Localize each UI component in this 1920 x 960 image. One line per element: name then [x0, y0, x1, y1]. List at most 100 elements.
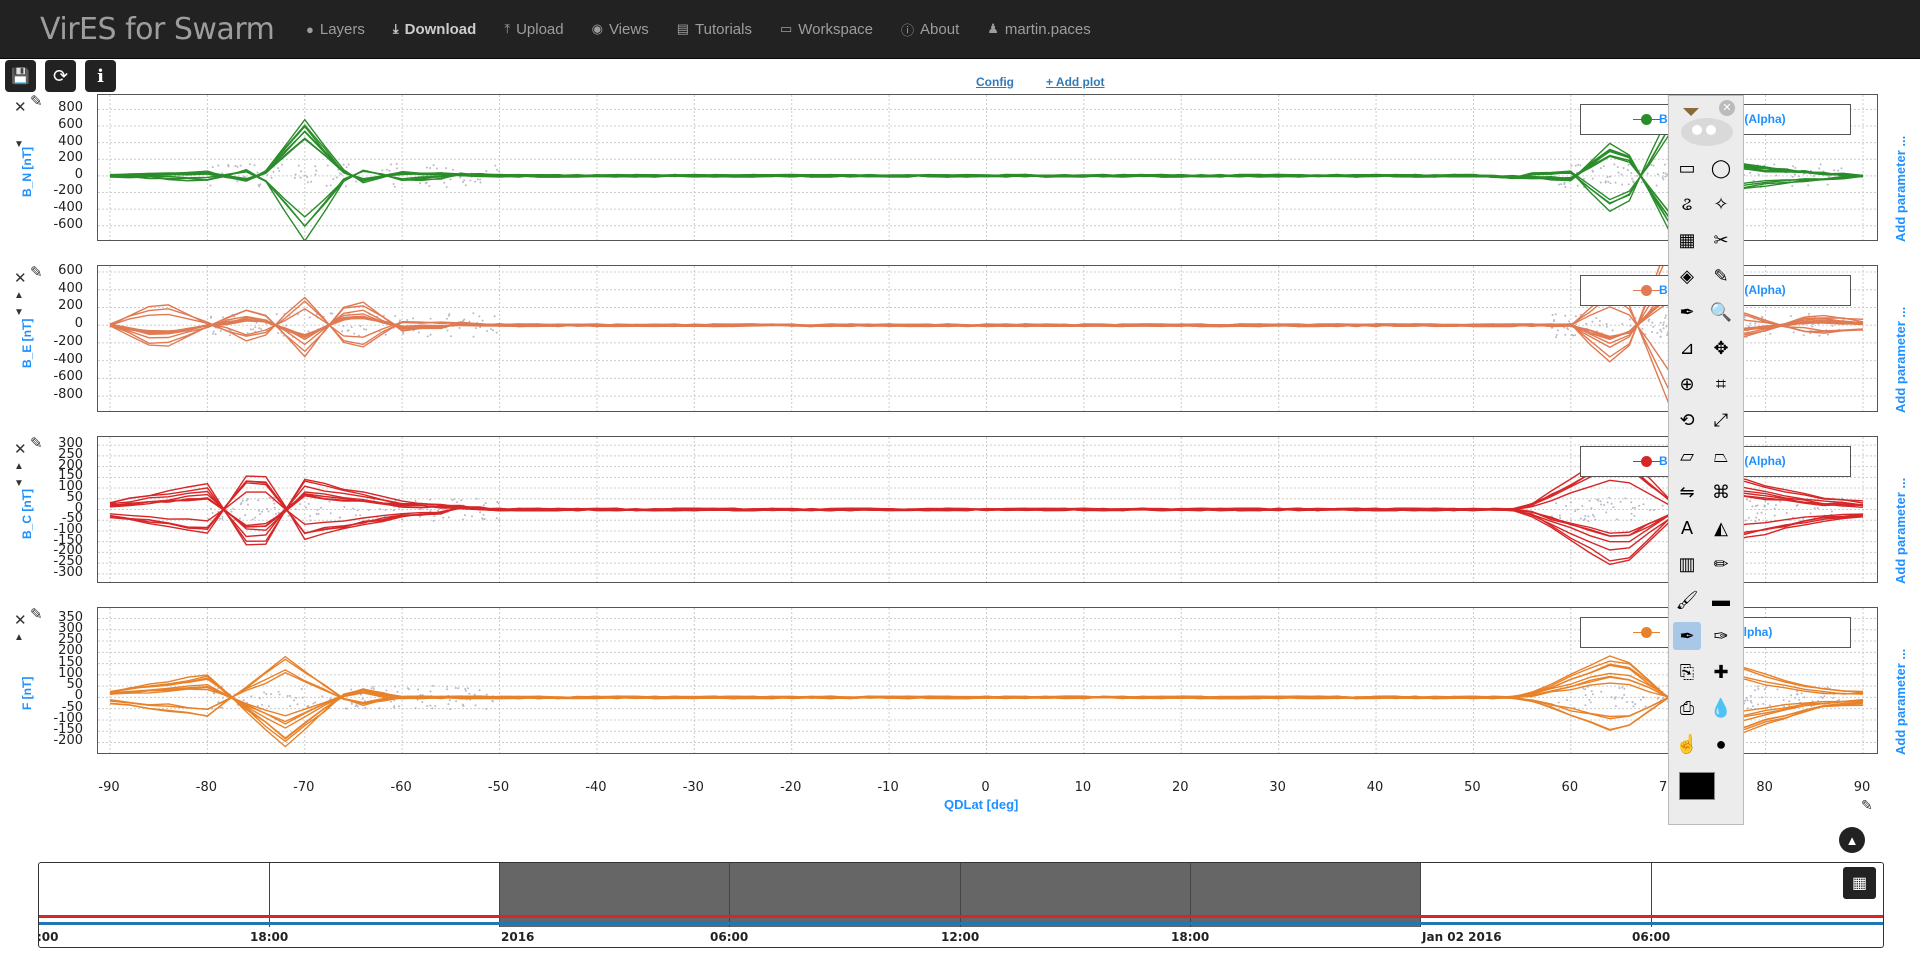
gradient-icon[interactable]: ▥ [1673, 550, 1701, 578]
info-button[interactable]: i [85, 60, 116, 92]
clone-icon[interactable]: ⎘ [1673, 658, 1701, 686]
paintbrush-icon[interactable]: 🖌 [1673, 586, 1701, 614]
dodge-icon[interactable]: ● [1707, 730, 1735, 758]
nav-layers[interactable]: ● Layers [292, 0, 379, 58]
nav-about[interactable]: ⓘ About [887, 0, 973, 58]
residual-point [1591, 320, 1594, 323]
calendar-button[interactable]: ▦ [1843, 867, 1876, 899]
nav-upload[interactable]: ⤒ Upload [490, 0, 577, 58]
align-icon[interactable]: ⊕ [1673, 370, 1701, 398]
remove-plot-icon[interactable]: ✕ [14, 613, 27, 628]
crop-icon[interactable]: ⌗ [1707, 370, 1735, 398]
edit-plot-icon[interactable]: ✎ [30, 265, 43, 280]
upload-icon: ⤒ [504, 21, 511, 36]
shear-icon[interactable]: ▱ [1673, 442, 1701, 470]
y-axis-label: B_C [nT] [20, 488, 34, 539]
scissors-icon[interactable]: ✂ [1707, 226, 1735, 254]
smudge-icon[interactable]: ☝ [1673, 730, 1701, 758]
residual-point [462, 704, 465, 707]
add-parameter-link[interactable]: Add parameter ... [1893, 306, 1908, 412]
nav-tutorials[interactable]: ▤ Tutorials [663, 0, 766, 58]
gimp-close-icon[interactable]: ✕ [1719, 100, 1735, 116]
move-down-icon[interactable]: ▼ [14, 306, 24, 319]
config-link[interactable]: Config [976, 75, 1014, 89]
flip-icon[interactable]: ⇋ [1673, 478, 1701, 506]
refresh-button[interactable]: ⟳ [45, 60, 76, 92]
nav-workspace[interactable]: ▭ Workspace [766, 0, 887, 58]
foreground-select-icon[interactable]: ◈ [1673, 262, 1701, 290]
residual-point [474, 327, 477, 330]
nav-views[interactable]: ◉ Views [578, 0, 663, 58]
add-parameter-link[interactable]: Add parameter ... [1893, 135, 1908, 241]
move-down-icon[interactable]: ▼ [14, 477, 24, 490]
plot-frame[interactable]: B_ el (Alpha) [97, 265, 1878, 412]
plot-frame[interactable]: B_ el (Alpha) [97, 94, 1878, 241]
add-plot-link[interactable]: + Add plot [1046, 75, 1105, 89]
scroll-top-button[interactable]: ▲ [1839, 827, 1865, 853]
residual-point [1604, 180, 1607, 183]
residual-point [1623, 687, 1626, 690]
plot-frame[interactable]: B_ el (Alpha) [97, 436, 1878, 583]
paths-icon[interactable]: ✎ [1707, 262, 1735, 290]
perspective-icon[interactable]: ⏢ [1707, 442, 1735, 470]
residual-point [1662, 323, 1665, 326]
zoom-icon[interactable]: 🔍 [1707, 298, 1735, 326]
add-parameter-link[interactable]: Add parameter ... [1893, 477, 1908, 583]
bucket-fill-icon[interactable]: ◭ [1707, 514, 1735, 542]
edit-plot-icon[interactable]: ✎ [30, 94, 43, 109]
residual-point [1794, 166, 1797, 169]
text-icon[interactable]: A [1673, 514, 1701, 542]
move-up-icon[interactable]: ▲ [14, 631, 24, 644]
residual-point [310, 180, 313, 183]
residual-point [284, 324, 287, 327]
residual-point [300, 170, 303, 173]
remove-plot-icon[interactable]: ✕ [14, 442, 27, 457]
y-tick-label: 0 [74, 166, 83, 182]
brand-title[interactable]: VirES for Swarm [40, 12, 275, 47]
edit-xaxis-icon[interactable]: ✎ [1861, 798, 1873, 812]
move-up-icon[interactable]: ▲ [14, 460, 24, 473]
ink-icon[interactable]: ✑ [1707, 622, 1735, 650]
color-select-icon[interactable]: ▦ [1673, 226, 1701, 254]
residual-point [397, 705, 400, 708]
rect-select-icon[interactable]: ▭ [1673, 154, 1701, 182]
scale-icon[interactable]: ⤢ [1707, 406, 1735, 434]
perspective-clone-icon[interactable]: ⎙ [1673, 694, 1701, 722]
move-icon[interactable]: ✥ [1707, 334, 1735, 362]
residual-point [481, 517, 484, 520]
measure-icon[interactable]: ⊿ [1673, 334, 1701, 362]
residual-point [475, 497, 478, 500]
heal-icon[interactable]: ✚ [1707, 658, 1735, 686]
residual-point [1591, 169, 1594, 172]
cage-icon[interactable]: ⌘ [1707, 478, 1735, 506]
residual-point [331, 312, 334, 315]
residual-point [1652, 164, 1655, 167]
edit-plot-icon[interactable]: ✎ [30, 436, 43, 451]
timeline[interactable]: :00 18:00 2016 06:00 12:00 18:00 Jan 02 2016 06… [37, 862, 1884, 948]
airbrush-icon[interactable]: ✒ [1673, 622, 1701, 650]
residual-point [1627, 183, 1630, 186]
residual-point [1754, 505, 1757, 508]
residual-point [270, 693, 273, 696]
edit-plot-icon[interactable]: ✎ [30, 607, 43, 622]
move-up-icon[interactable]: ▲ [14, 289, 24, 302]
residual-point [426, 705, 429, 708]
color-picker-icon[interactable]: ✒ [1673, 298, 1701, 326]
move-down-icon[interactable]: ▼ [14, 138, 24, 151]
nav-user[interactable]: ♟ martin.paces [973, 0, 1105, 58]
residual-point [1656, 173, 1659, 176]
blur-icon[interactable]: 💧 [1707, 694, 1735, 722]
foreground-color-swatch[interactable] [1679, 772, 1715, 800]
eraser-icon[interactable]: ▬ [1707, 586, 1735, 614]
remove-plot-icon[interactable]: ✕ [14, 100, 27, 115]
ellipse-select-icon[interactable]: ◯ [1707, 154, 1735, 182]
nav-download[interactable]: ⤓ Download [379, 0, 490, 58]
save-button[interactable]: 💾 [5, 60, 36, 92]
plot-frame[interactable]: (Alpha) [97, 607, 1878, 754]
fuzzy-select-icon[interactable]: ✧ [1707, 190, 1735, 218]
remove-plot-icon[interactable]: ✕ [14, 271, 27, 286]
add-parameter-link[interactable]: Add parameter ... [1893, 648, 1908, 754]
pencil-icon[interactable]: ✏ [1707, 550, 1735, 578]
lasso-icon[interactable]: ଌ [1673, 190, 1701, 218]
rotate-icon[interactable]: ⟲ [1673, 406, 1701, 434]
